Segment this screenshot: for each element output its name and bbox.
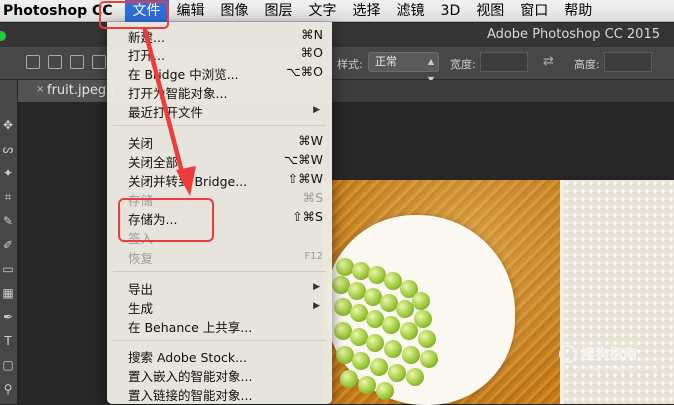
menu-item-label: 恢复 <box>128 251 154 266</box>
menu-separator <box>113 340 326 341</box>
submenu-arrow-icon: ▶ <box>313 301 320 311</box>
magic-wand-tool-icon[interactable]: ✦ <box>1 166 15 180</box>
subtract-selection-icon[interactable] <box>70 55 84 69</box>
menu-item-label: 在 Behance 上共享... <box>128 320 253 335</box>
file-menu-highlight-box <box>99 1 169 29</box>
menu-image[interactable]: 图像 <box>213 0 257 22</box>
menu-window[interactable]: 窗口 <box>512 0 556 22</box>
menu-item-shortcut: ⌥⌘O <box>286 64 323 79</box>
crop-tool-icon[interactable]: ⌗ <box>1 190 15 204</box>
menu-item-shortcut: ⌘O <box>300 45 323 60</box>
menu-item-label: 关闭并转到 Bridge... <box>128 174 248 189</box>
menu-item-label: 关闭 <box>128 136 154 151</box>
menu-item-label: 生成 <box>128 301 154 316</box>
document-tab-label: fruit.jpeg ( <box>47 83 116 98</box>
menu-item-shortcut: ⌘S <box>302 190 323 205</box>
menu-item-label: 关闭全部 <box>128 155 179 170</box>
menu-item-label: 置入嵌入的智能对象... <box>128 369 253 384</box>
height-input[interactable] <box>604 52 652 72</box>
eyedropper-tool-icon[interactable]: ✎ <box>1 214 15 228</box>
eraser-tool-icon[interactable]: ▭ <box>1 262 15 276</box>
menu-item-label: 新建... <box>128 30 165 45</box>
menu-separator <box>113 125 326 126</box>
sogou-logo-icon <box>559 345 577 363</box>
width-label: 宽度: <box>450 58 476 71</box>
intersect-selection-icon[interactable] <box>92 55 106 69</box>
brush-tool-icon[interactable]: ✐ <box>1 238 15 252</box>
menu-layer[interactable]: 图层 <box>257 0 301 22</box>
menu-item-label: 在 Bridge 中浏览... <box>128 67 239 82</box>
menu-item-label: 置入链接的智能对象... <box>128 388 253 403</box>
submenu-arrow-icon: ▶ <box>313 105 320 115</box>
menu-item-shortcut: ⌘W <box>298 133 323 148</box>
menu-item-label: 搜索 Adobe Stock... <box>128 350 248 365</box>
menu-item-label: 最近打开文件 <box>128 105 204 120</box>
window-title: Adobe Photoshop CC 2015 <box>486 27 660 42</box>
menu-3d[interactable]: 3D <box>433 0 469 22</box>
pen-tool-icon[interactable]: ✒ <box>1 310 15 324</box>
menu-edit[interactable]: 编辑 <box>169 0 213 22</box>
menu-separator <box>113 271 326 272</box>
gradient-tool-icon[interactable]: ▦ <box>1 286 15 300</box>
menu-type[interactable]: 文字 <box>301 0 345 22</box>
width-input[interactable] <box>480 52 528 72</box>
new-selection-icon[interactable] <box>26 55 40 69</box>
add-to-selection-icon[interactable] <box>48 55 62 69</box>
menu-item-label: 打开为智能对象... <box>128 86 228 101</box>
menu-filter[interactable]: 滤镜 <box>389 0 433 22</box>
menu-item-shortcut: F12 <box>304 251 323 262</box>
move-tool-icon[interactable]: ✥ <box>1 118 15 132</box>
app-menu-photoshop[interactable]: Photoshop CC <box>0 3 113 19</box>
watermark-title: 搜狗指南 <box>581 347 637 363</box>
style-label: 样式: <box>337 58 363 71</box>
save-as-highlight-box <box>118 198 214 242</box>
style-select[interactable]: 正常 ▲▼ <box>368 52 439 84</box>
menu-item-shortcut: ⌘N <box>301 27 323 42</box>
shape-tool-icon[interactable]: ▢ <box>1 358 15 372</box>
text-tool-icon[interactable]: T <box>1 334 15 348</box>
zoom-tool-icon[interactable]: ⚲ <box>1 382 15 396</box>
menu-select[interactable]: 选择 <box>345 0 389 22</box>
height-label: 高度: <box>574 58 600 71</box>
menu-item-shortcut: ⇧⌘S <box>292 209 323 224</box>
menu-item-label: 打开... <box>128 48 165 63</box>
tools-panel: ✥ ᔕ ✦ ⌗ ✎ ✐ ▭ ▦ ✒ T ▢ ⚲ <box>0 80 17 404</box>
style-select-value: 正常 <box>375 55 397 68</box>
lasso-tool-icon[interactable]: ᔕ <box>1 142 15 156</box>
submenu-arrow-icon: ▶ <box>313 282 320 292</box>
menu-view[interactable]: 视图 <box>468 0 512 22</box>
swap-dimensions-icon[interactable]: ⇄ <box>543 54 554 69</box>
menu-item-shortcut: ⇧⌘W <box>287 171 323 186</box>
menu-help[interactable]: 帮助 <box>556 0 600 22</box>
close-icon[interactable]: × <box>36 84 44 95</box>
watermark-url: zhinan.sogou.com <box>576 364 658 374</box>
menu-item-label: 导出 <box>128 282 154 297</box>
menu-item-shortcut: ⌥⌘W <box>283 152 323 167</box>
